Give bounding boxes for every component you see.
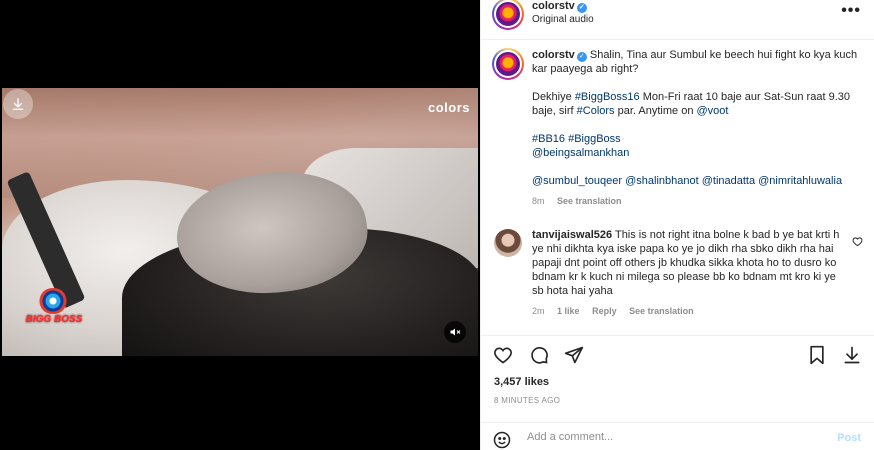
- caption-time: 8m: [532, 196, 545, 206]
- hashtag-biggboss16[interactable]: #BiggBoss16: [575, 91, 640, 103]
- post-panel: colorstv ✓ Original audio ••• colorstv ✓ S…: [480, 0, 874, 450]
- caption-text-2a: Dekhiye: [532, 91, 572, 103]
- avatar-ring[interactable]: [492, 0, 524, 30]
- share-paper-plane-icon[interactable]: [563, 344, 585, 366]
- caption-avatar-ring[interactable]: [492, 48, 524, 80]
- caption-see-translation[interactable]: See translation: [557, 196, 622, 206]
- comment-see-translation[interactable]: See translation: [629, 306, 694, 316]
- header-username[interactable]: colorstv: [532, 0, 575, 12]
- caption-meta: 8m See translation: [532, 194, 867, 208]
- like-heart-icon[interactable]: [492, 344, 514, 366]
- action-bar: [481, 335, 874, 371]
- video-area[interactable]: colors BIGG BOSS: [0, 0, 480, 450]
- mentions-line[interactable]: @sumbul_touqeer @shalinbhanot @tinadatta…: [532, 174, 867, 188]
- post-header: colorstv ✓ Original audio •••: [481, 0, 874, 40]
- post-caption: colorstv ✓ Shalin, Tina aur Sumbul ke bee…: [492, 48, 867, 208]
- bigg-boss-logo: BIGG BOSS: [24, 288, 84, 336]
- download-post-icon[interactable]: [841, 344, 863, 366]
- comment-username[interactable]: tanvijaiswal526: [532, 229, 612, 241]
- mention-voot[interactable]: @voot: [697, 105, 729, 117]
- comment-reply-button[interactable]: Reply: [592, 306, 617, 316]
- comment-bubble-icon[interactable]: [528, 344, 550, 366]
- original-audio-link[interactable]: Original audio: [532, 14, 594, 25]
- video-frame[interactable]: colors BIGG BOSS: [2, 88, 478, 356]
- more-options-icon[interactable]: •••: [841, 2, 861, 20]
- download-icon[interactable]: [3, 89, 33, 119]
- bigg-boss-eye-icon: [38, 288, 68, 314]
- caption-avatar[interactable]: [496, 52, 520, 76]
- comment-avatar[interactable]: [494, 229, 522, 257]
- emoji-smile-icon[interactable]: [493, 431, 511, 450]
- hashtag-colors[interactable]: #Colors: [577, 105, 615, 117]
- likes-count[interactable]: 3,457 likes: [494, 376, 549, 388]
- bigg-boss-logo-text: BIGG BOSS: [25, 314, 83, 325]
- verified-badge-icon: ✓: [576, 3, 587, 13]
- save-bookmark-icon[interactable]: [806, 344, 828, 366]
- comment-like-heart-icon[interactable]: [852, 236, 863, 250]
- caption-verified-badge-icon: ✓: [576, 52, 587, 62]
- speaker-muted-icon[interactable]: [444, 321, 466, 343]
- mention-beingsalmankhan[interactable]: @beingsalmankhan: [532, 146, 867, 160]
- caption-username[interactable]: colorstv: [532, 49, 575, 61]
- add-comment-bar: Post: [481, 422, 874, 450]
- comment-item: tanvijaiswal526 This is not right itna b…: [492, 228, 867, 318]
- comment-time: 2m: [532, 306, 545, 316]
- comment-input[interactable]: [527, 431, 817, 443]
- colors-watermark: colors: [427, 100, 470, 115]
- post-time-ago: 8 MINUTES AGO: [494, 396, 561, 405]
- comment-body: tanvijaiswal526 This is not right itna b…: [532, 228, 842, 318]
- caption-body: colorstv ✓ Shalin, Tina aur Sumbul ke bee…: [532, 48, 867, 208]
- hashtags-line[interactable]: #BB16 #BiggBoss: [532, 132, 867, 146]
- comment-meta: 2m 1 like Reply See translation: [532, 304, 842, 318]
- comment-likes[interactable]: 1 like: [557, 306, 580, 316]
- post-button[interactable]: Post: [837, 432, 861, 444]
- avatar[interactable]: [496, 2, 520, 26]
- caption-text-2c: par. Anytime on: [617, 105, 694, 117]
